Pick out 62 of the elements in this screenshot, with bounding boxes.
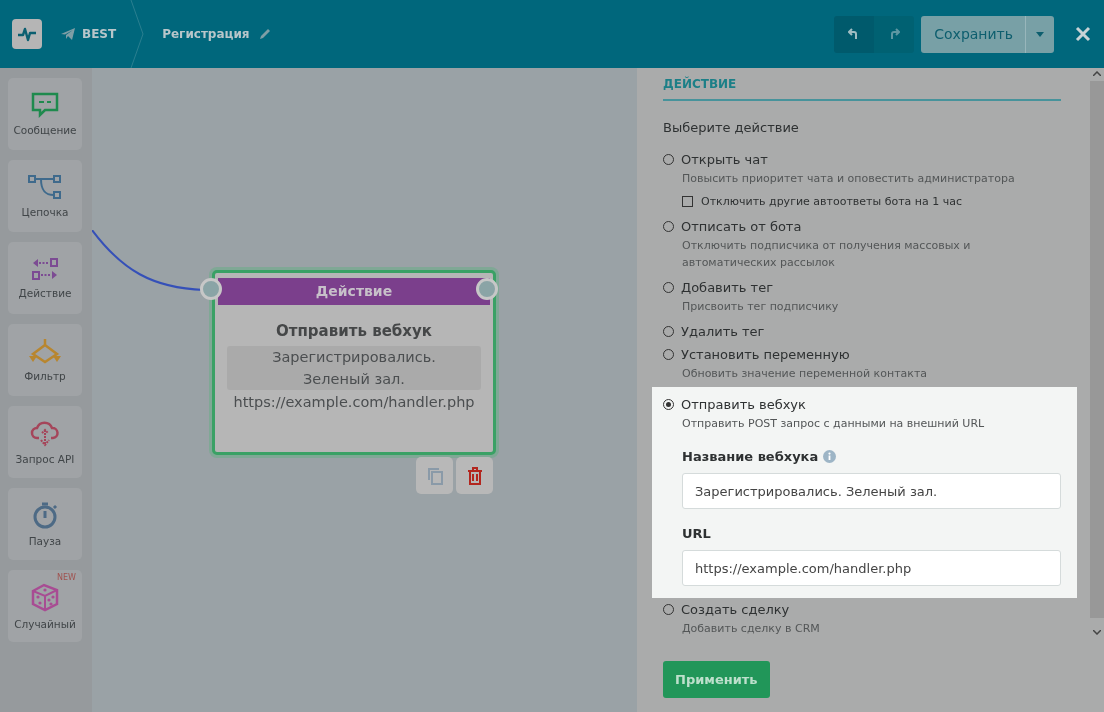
branch-icon: [27, 338, 63, 364]
block-tile[interactable]: NEW Случайный: [8, 570, 82, 642]
scroll-down-icon[interactable]: [1093, 630, 1101, 635]
text-field[interactable]: Зарегистрировались. Зеленый зал.: [682, 473, 1061, 509]
copy-icon: [426, 466, 443, 485]
action-radio[interactable]: Отправить вебхук: [663, 393, 1061, 415]
info-icon[interactable]: [823, 450, 837, 463]
arrows-icon: [31, 257, 59, 281]
speech-bubble-icon: [31, 92, 59, 118]
redo-icon: [888, 28, 901, 40]
save-button[interactable]: Сохранить: [921, 15, 1025, 53]
option-description: Обновить значение переменной контакта: [682, 366, 929, 382]
field-label: URL: [682, 526, 711, 541]
option-description: Отключить подписчика от получения массовых и автоматических рассылок: [682, 238, 972, 271]
input-port[interactable]: [200, 278, 222, 300]
action-radio[interactable]: Добавить тег: [663, 276, 1061, 298]
node-header: Действие: [218, 278, 490, 305]
action-radio[interactable]: Удалить тег: [663, 320, 1061, 342]
stopwatch-icon: [31, 501, 59, 529]
option-description: Отправить POST запрос с данными на внешний URL: [682, 416, 986, 432]
action-radio[interactable]: Создать сделку: [663, 598, 1061, 620]
text-field[interactable]: https://example.com/handler.php: [682, 550, 1061, 586]
pencil-icon[interactable]: [258, 28, 271, 40]
send-icon: [61, 28, 75, 40]
field-label: Название вебхука: [682, 449, 819, 464]
option-checkbox[interactable]: Отключить другие автоответы бота на 1 час: [682, 192, 1061, 210]
node-webhook-name: Зарегистрировались. Зеленый зал.: [227, 346, 481, 390]
breadcrumb-chevron-icon: [130, 0, 145, 68]
block-tile[interactable]: Пауза: [8, 488, 82, 560]
new-label: NEW: [57, 573, 76, 582]
block-tile[interactable]: Цепочка: [8, 160, 82, 232]
apply-button[interactable]: Применить: [663, 661, 770, 698]
action-radio[interactable]: Установить переменную: [663, 343, 1061, 365]
close-button[interactable]: [1074, 25, 1092, 43]
delete-button[interactable]: [456, 457, 493, 494]
block-tile[interactable]: Действие: [8, 242, 82, 314]
cloud-icon: [30, 419, 60, 447]
prompt-label: Выберите действие: [663, 120, 800, 135]
option-description: Присвоить тег подписчику: [682, 299, 840, 315]
block-tile[interactable]: Фильтр: [8, 324, 82, 396]
block-tile[interactable]: Сообщение: [8, 78, 82, 150]
node-title: Отправить вебхук: [275, 322, 433, 340]
scroll-up-icon[interactable]: [1093, 71, 1101, 76]
dice-icon: [30, 582, 60, 612]
section-heading: ДЕЙСТВИЕ: [663, 77, 1061, 101]
trash-icon: [466, 466, 483, 485]
logo-icon[interactable]: [12, 19, 42, 49]
option-description: Добавить сделку в CRM: [682, 621, 821, 637]
action-radio[interactable]: Открыть чат: [663, 148, 1061, 170]
option-description: Повысить приоритет чата и оповестить администратора: [682, 171, 1016, 187]
undo-button[interactable]: [834, 15, 875, 53]
action-radio[interactable]: Отписать от бота: [663, 215, 1061, 237]
node-url: https://example.com/handler.php: [232, 393, 476, 412]
flow-name[interactable]: Регистрация: [162, 27, 250, 41]
block-tile[interactable]: Запрос API: [8, 406, 82, 478]
caret-icon: [1036, 31, 1044, 37]
flow-chart-icon: [28, 174, 62, 200]
save-options-button[interactable]: [1025, 15, 1054, 53]
redo-button[interactable]: [874, 15, 915, 53]
bot-name[interactable]: BEST: [82, 27, 117, 41]
action-node[interactable]: Действие Отправить вебхук Зарегистрировались. Зеленый зал. https://example.com/handler.php: [212, 270, 496, 455]
close-icon: [1075, 26, 1091, 42]
